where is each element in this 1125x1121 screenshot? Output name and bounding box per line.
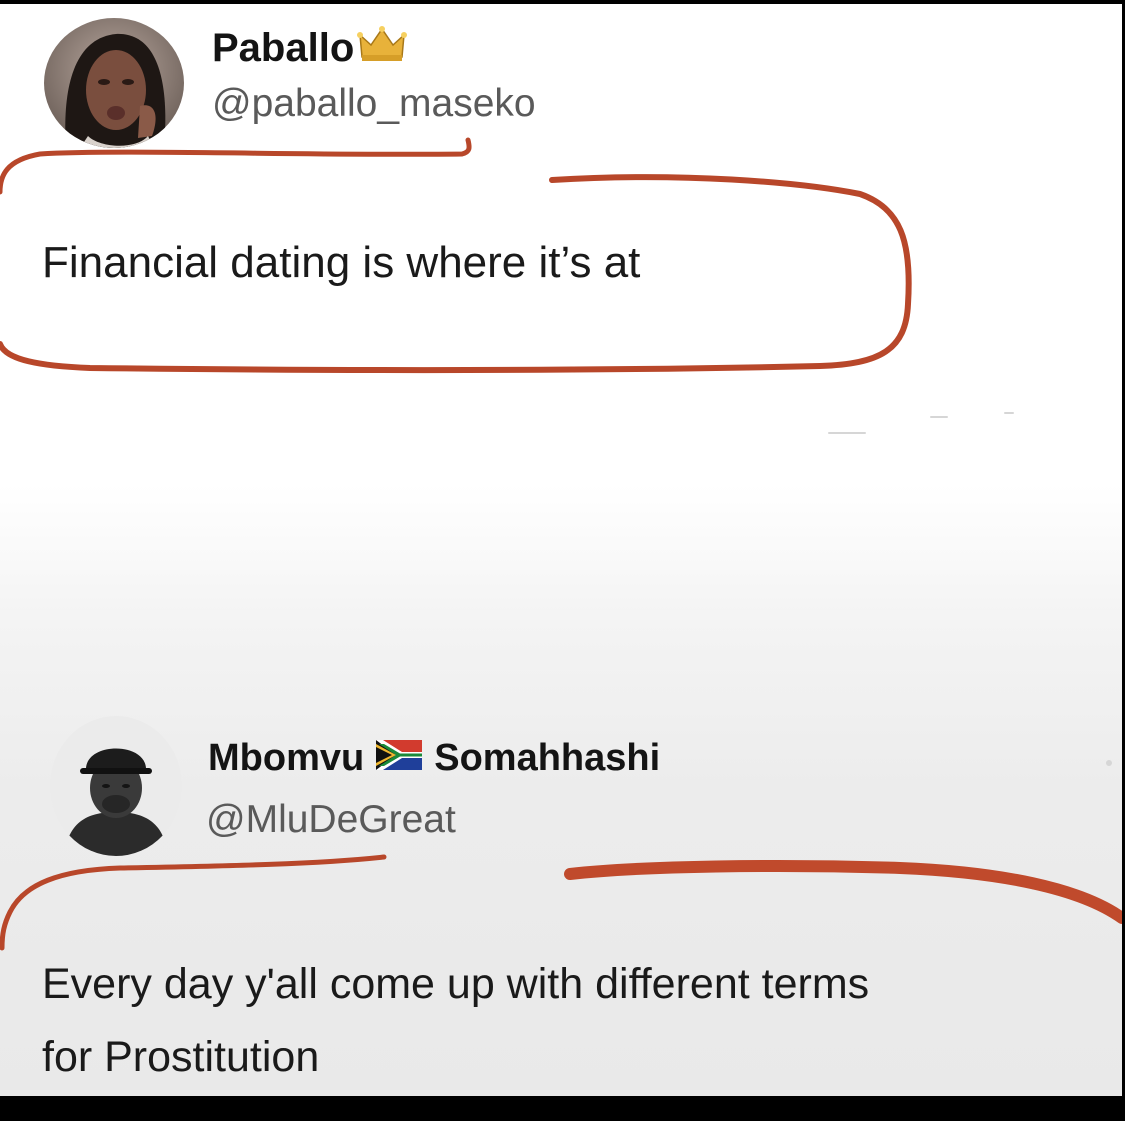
marker-stroke-top	[0, 137, 472, 195]
marker-stroke-bottom-left	[0, 854, 387, 951]
south-africa-flag-icon	[376, 737, 423, 780]
paballo-display-name[interactable]: Paballo	[212, 24, 408, 72]
background-speck	[930, 416, 948, 418]
bottom-black-bar	[0, 1096, 1125, 1121]
paballo-handle[interactable]: @paballo_maseko	[212, 82, 536, 126]
background-speck	[828, 432, 866, 434]
mbomvu-name-second: Somahhashi	[434, 736, 661, 779]
mbomvu-name-first: Mbomvu	[208, 736, 365, 779]
crown-icon	[356, 23, 408, 73]
mbomvu-avatar[interactable]	[50, 716, 182, 856]
mbomvu-tweet-text: Every day y'all come up with different t…	[42, 960, 870, 1081]
paballo-name-text: Paballo	[212, 25, 355, 70]
mbomvu-display-name[interactable]: Mbomvu Somahhashi	[208, 734, 660, 782]
background-speck	[1106, 760, 1112, 766]
marker-stroke-bottom-right	[564, 860, 1122, 924]
mbomvu-handle[interactable]: @MluDeGreat	[206, 798, 456, 842]
marker-annotation	[0, 137, 1122, 951]
screenshot-canvas: Paballo @paballo_maseko Financial dating…	[0, 4, 1122, 1096]
paballo-avatar[interactable]	[44, 18, 184, 148]
background-speck	[1004, 412, 1014, 414]
paballo-tweet-text: Financial dating is where it’s at	[42, 238, 641, 287]
